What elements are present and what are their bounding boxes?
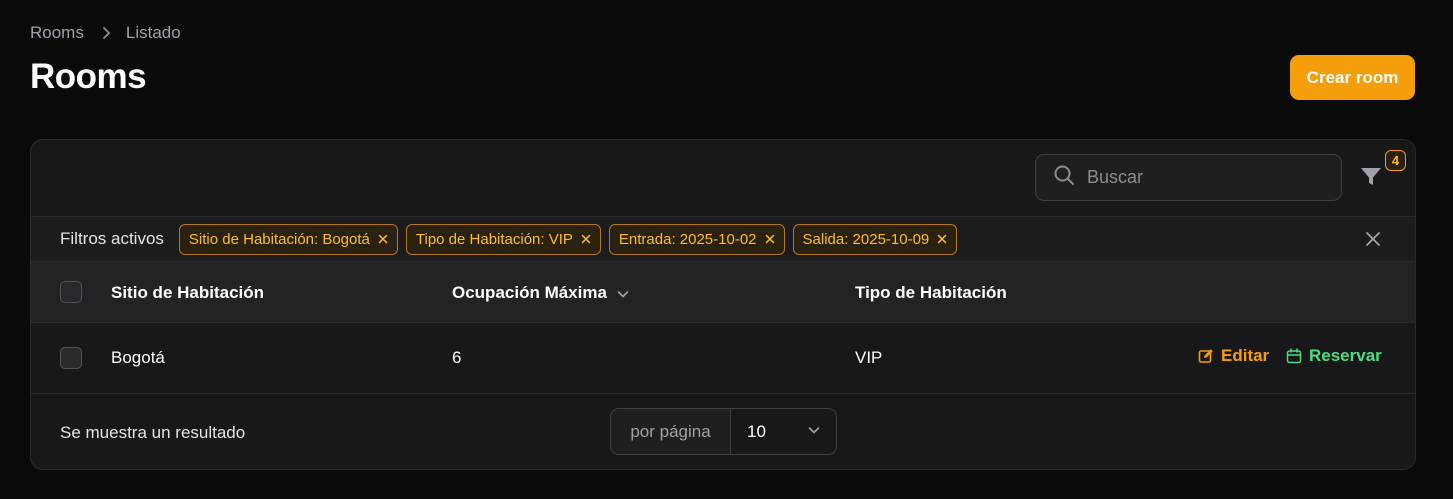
active-filters-label: Filtros activos — [60, 229, 164, 248]
remove-filter-icon[interactable] — [378, 234, 388, 244]
column-header-sitio[interactable]: Sitio de Habitación — [111, 283, 264, 303]
edit-label: Editar — [1221, 346, 1270, 365]
cell-sitio: Bogotá — [111, 348, 165, 367]
per-page-control: por página 10 — [610, 408, 837, 455]
remove-filter-icon[interactable] — [765, 234, 775, 244]
row-checkbox[interactable] — [60, 347, 82, 369]
clear-filters-icon[interactable] — [1364, 230, 1382, 248]
filter-chip-label: Tipo de Habitación: VIP — [415, 230, 573, 248]
chevron-down-icon — [807, 422, 821, 442]
per-page-label: por página — [611, 409, 731, 454]
select-all-checkbox[interactable] — [60, 281, 82, 303]
filter-chip-sitio: Sitio de Habitación: Bogotá — [178, 223, 398, 255]
column-header-label: Ocupación Máxima — [452, 283, 607, 302]
per-page-select[interactable]: 10 — [731, 409, 836, 454]
per-page-value: 10 — [747, 421, 766, 441]
table-row: Bogotá 6 VIP Editar Reservar — [31, 323, 1415, 394]
table-header: Sitio de Habitación Ocupación Máxima Tip… — [31, 262, 1415, 323]
rooms-table-card: 4 Filtros activos Sitio de Habitación: B… — [30, 139, 1416, 470]
table-toolbar: 4 — [31, 140, 1415, 216]
cell-ocupacion: 6 — [452, 348, 462, 367]
search-icon — [1053, 164, 1075, 191]
filter-chip-tipo: Tipo de Habitación: VIP — [405, 223, 601, 255]
breadcrumb-rooms-link[interactable]: Rooms — [30, 23, 84, 43]
chevron-down-icon — [616, 287, 630, 301]
edit-icon — [1198, 349, 1213, 363]
filter-chip-label: Salida: 2025-10-09 — [802, 230, 930, 248]
filter-chip-label: Sitio de Habitación: Bogotá — [188, 230, 370, 248]
breadcrumb: Rooms Listado — [30, 23, 181, 43]
reserve-label: Reservar — [1309, 346, 1382, 365]
create-room-button[interactable]: Crear room — [1290, 55, 1415, 100]
remove-filter-icon[interactable] — [581, 234, 591, 244]
reserve-button[interactable]: Reservar — [1286, 346, 1382, 366]
filter-chip-label: Entrada: 2025-10-02 — [618, 230, 757, 248]
search-input[interactable] — [1087, 167, 1317, 188]
remove-filter-icon[interactable] — [937, 234, 947, 244]
filter-chip-salida: Salida: 2025-10-09 — [792, 223, 958, 255]
results-summary: Se muestra un resultado — [60, 423, 246, 442]
filter-button[interactable] — [1359, 164, 1389, 194]
filter-count-badge: 4 — [1385, 150, 1406, 171]
chevron-right-icon — [101, 26, 111, 40]
column-header-tipo[interactable]: Tipo de Habitación — [855, 283, 1007, 303]
search-field[interactable] — [1035, 154, 1342, 201]
filter-chip-entrada: Entrada: 2025-10-02 — [608, 223, 785, 255]
funnel-icon — [1361, 168, 1381, 185]
column-header-ocupacion[interactable]: Ocupación Máxima — [452, 283, 630, 303]
breadcrumb-current: Listado — [125, 23, 181, 42]
table-footer: Se muestra un resultado por página 10 — [31, 394, 1415, 469]
active-filters-bar: Filtros activos Sitio de Habitación: Bog… — [31, 216, 1415, 262]
page-title: Rooms — [30, 57, 147, 96]
calendar-icon — [1286, 348, 1302, 364]
cell-tipo: VIP — [855, 348, 883, 367]
edit-button[interactable]: Editar — [1198, 346, 1269, 366]
